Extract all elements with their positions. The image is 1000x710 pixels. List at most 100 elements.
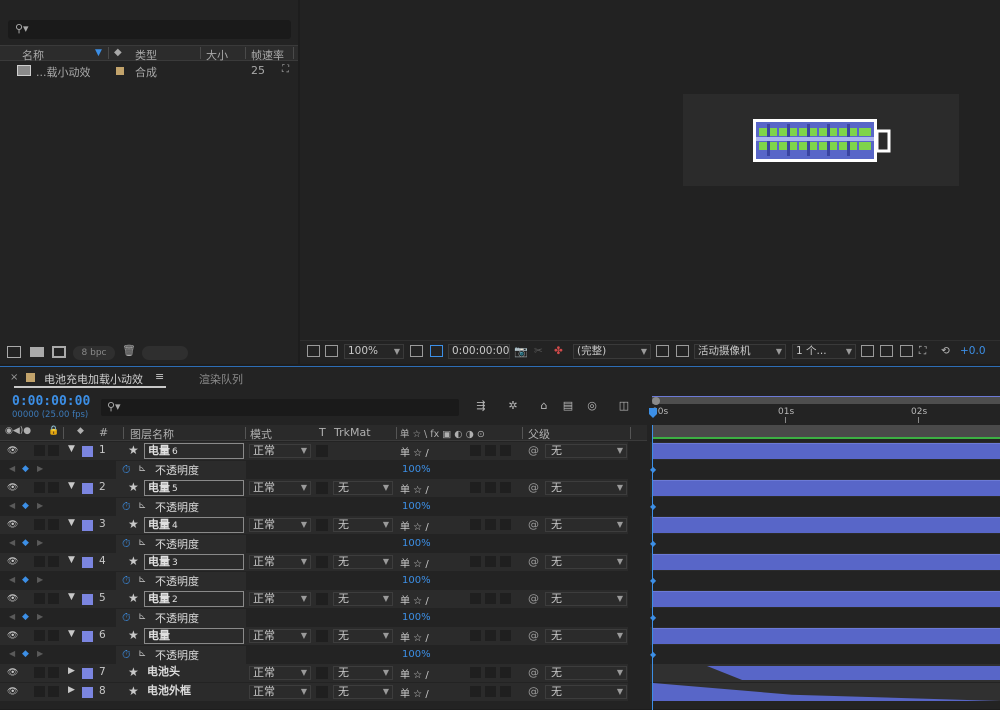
blend-mode-select[interactable]: 正常 ▼ — [249, 481, 311, 495]
prev-keyframe-icon[interactable]: ◀ — [9, 538, 15, 547]
switch-toggle[interactable] — [500, 445, 511, 456]
pick-whip-icon[interactable]: @ — [528, 444, 539, 457]
layer-duration-bar[interactable] — [653, 554, 1000, 570]
layer-row[interactable]: 👁 ▶ 8 ★ 电池外框 正常 ▼ 无 ▼ 单 ☆ / @ 无 ▼ — [0, 683, 1000, 701]
snapshot-icon[interactable]: 📷 — [514, 345, 528, 358]
preserve-transparency-toggle[interactable] — [316, 482, 328, 494]
stopwatch-icon[interactable]: ⏱ — [122, 574, 131, 588]
track-matte-select[interactable]: 无 ▼ — [333, 685, 393, 699]
keyframe-marker[interactable]: ◆ — [650, 650, 656, 659]
visibility-eye-icon[interactable]: 👁 — [7, 687, 18, 697]
preserve-transparency-toggle[interactable] — [316, 593, 328, 605]
switch-toggle[interactable] — [470, 445, 481, 456]
graph-icon[interactable]: ⊾ — [138, 500, 146, 511]
frame-blending-icon[interactable]: ▤ — [560, 399, 576, 413]
monitor-icon[interactable] — [325, 345, 338, 357]
track-matte-select[interactable]: 无 ▼ — [333, 629, 393, 643]
close-tab-icon[interactable]: × — [10, 372, 18, 383]
next-keyframe-icon[interactable]: ▶ — [37, 538, 43, 547]
track-matte-select[interactable]: 无 ▼ — [333, 481, 393, 495]
add-keyframe-icon[interactable]: ◆ — [22, 612, 29, 622]
layer-row[interactable]: 👁 ▼ 4 ★ 电量 3 正常 ▼ 无 ▼ 单 ☆ / @ 无 ▼ — [0, 553, 1000, 571]
parent-select[interactable]: 无 ▼ — [545, 629, 627, 643]
label-tag-icon[interactable]: ◆ — [114, 47, 122, 58]
stopwatch-icon[interactable]: ⏱ — [122, 611, 131, 625]
visibility-eye-icon[interactable]: 👁 — [7, 668, 18, 678]
expand-triangle-icon[interactable]: ▼ — [68, 629, 75, 639]
add-keyframe-icon[interactable]: ◆ — [22, 649, 29, 659]
property-value[interactable]: 100% — [402, 575, 431, 586]
layer-name[interactable]: 电池头 — [144, 665, 244, 681]
toggle-pixel-icon[interactable] — [861, 345, 874, 357]
column-size[interactable]: 大小 — [206, 47, 228, 63]
audio-toggle[interactable] — [34, 445, 45, 456]
layer-duration-bar[interactable] — [653, 683, 1000, 701]
switch-toggle[interactable] — [470, 686, 481, 697]
pick-whip-icon[interactable]: @ — [528, 629, 539, 642]
track-matte-select[interactable]: 无 ▼ — [333, 592, 393, 606]
layer-row[interactable]: 👁 ▼ 1 ★ 电量 6 正常 ▼ 单 ☆ / @ 无 ▼ — [0, 442, 1000, 460]
column-fps[interactable]: 帧速率 — [251, 47, 284, 63]
switch-toggle[interactable] — [485, 482, 496, 493]
pick-whip-icon[interactable]: @ — [528, 481, 539, 494]
add-keyframe-icon[interactable]: ◆ — [22, 575, 29, 585]
track-matte-select[interactable]: 无 ▼ — [333, 555, 393, 569]
lock-icon[interactable]: 🔒 — [48, 426, 59, 436]
graph-icon[interactable]: ⊾ — [138, 463, 146, 474]
current-time-display[interactable]: 0:00:00:00 — [12, 394, 90, 409]
switch-toggle[interactable] — [485, 445, 496, 456]
property-row[interactable]: ◀ ◆ ▶ ⏱ ⊾ 不透明度 100% ◆ — [0, 461, 1000, 479]
layer-row[interactable]: 👁 ▶ 7 ★ 电池头 正常 ▼ 无 ▼ 单 ☆ / @ 无 ▼ — [0, 664, 1000, 682]
layer-row[interactable]: 👁 ▼ 6 ★ 电量 正常 ▼ 无 ▼ 单 ☆ / @ 无 ▼ — [0, 627, 1000, 645]
expand-triangle-icon[interactable]: ▼ — [68, 555, 75, 565]
visibility-eye-icon[interactable]: 👁 — [7, 446, 18, 456]
visibility-eye-icon[interactable]: 👁 — [7, 483, 18, 493]
property-row[interactable]: ◀ ◆ ▶ ⏱ ⊾ 不透明度 100% ◆ — [0, 646, 1000, 664]
next-keyframe-icon[interactable]: ▶ — [37, 464, 43, 473]
flowchart-icon[interactable]: ⛶ — [919, 345, 926, 358]
layer-label-swatch[interactable] — [82, 483, 93, 494]
add-keyframe-icon[interactable]: ◆ — [22, 538, 29, 548]
flowchart-icon[interactable]: ⛶ — [282, 64, 289, 75]
audio-toggle[interactable] — [34, 556, 45, 567]
audio-toggle[interactable] — [34, 593, 45, 604]
layer-row[interactable]: 👁 ▼ 2 ★ 电量 5 正常 ▼ 无 ▼ 单 ☆ / @ 无 ▼ — [0, 479, 1000, 497]
visibility-eye-icon[interactable]: 👁 — [7, 594, 18, 604]
audio-toggle[interactable] — [34, 630, 45, 641]
preserve-transparency-toggle[interactable] — [316, 667, 328, 679]
new-composition-icon[interactable] — [52, 346, 66, 358]
stopwatch-icon[interactable]: ⏱ — [122, 648, 131, 662]
layer-switches[interactable]: 单 ☆ / — [400, 685, 429, 700]
solo-toggle[interactable] — [48, 519, 59, 530]
audio-toggle[interactable] — [34, 482, 45, 493]
expand-triangle-icon[interactable]: ▶ — [68, 666, 75, 676]
pick-whip-icon[interactable]: @ — [528, 666, 539, 679]
keyframe-marker[interactable]: ◆ — [650, 613, 656, 622]
graph-icon[interactable]: ⊾ — [138, 537, 146, 548]
layer-label-swatch[interactable] — [82, 687, 93, 698]
stopwatch-icon[interactable]: ⏱ — [122, 500, 131, 514]
prev-keyframe-icon[interactable]: ◀ — [9, 575, 15, 584]
switch-toggle[interactable] — [485, 593, 496, 604]
switch-toggle[interactable] — [500, 593, 511, 604]
solo-toggle[interactable] — [48, 593, 59, 604]
solo-toggle[interactable] — [48, 445, 59, 456]
preserve-transparency-toggle[interactable] — [316, 686, 328, 698]
resolution-select[interactable]: (完整) ▼ — [573, 344, 651, 359]
preserve-transparency-toggle[interactable] — [316, 630, 328, 642]
next-keyframe-icon[interactable]: ▶ — [37, 575, 43, 584]
expand-triangle-icon[interactable]: ▼ — [68, 592, 75, 602]
layer-switches[interactable]: 单 ☆ / — [400, 518, 429, 533]
pick-whip-icon[interactable]: @ — [528, 685, 539, 698]
stopwatch-icon[interactable]: ⏱ — [122, 463, 131, 477]
keyframe-marker[interactable]: ◆ — [650, 502, 656, 511]
switch-toggle[interactable] — [500, 686, 511, 697]
switch-toggle[interactable] — [500, 667, 511, 678]
expand-triangle-icon[interactable]: ▶ — [68, 685, 75, 695]
parent-select[interactable]: 无 ▼ — [545, 592, 627, 606]
column-mode[interactable]: 模式 — [250, 426, 272, 442]
grid-guides-icon[interactable] — [410, 345, 423, 357]
trash-icon[interactable]: 🗑 — [122, 344, 136, 357]
solo-toggle[interactable] — [48, 630, 59, 641]
column-trkmat[interactable]: TrkMat — [334, 426, 371, 439]
